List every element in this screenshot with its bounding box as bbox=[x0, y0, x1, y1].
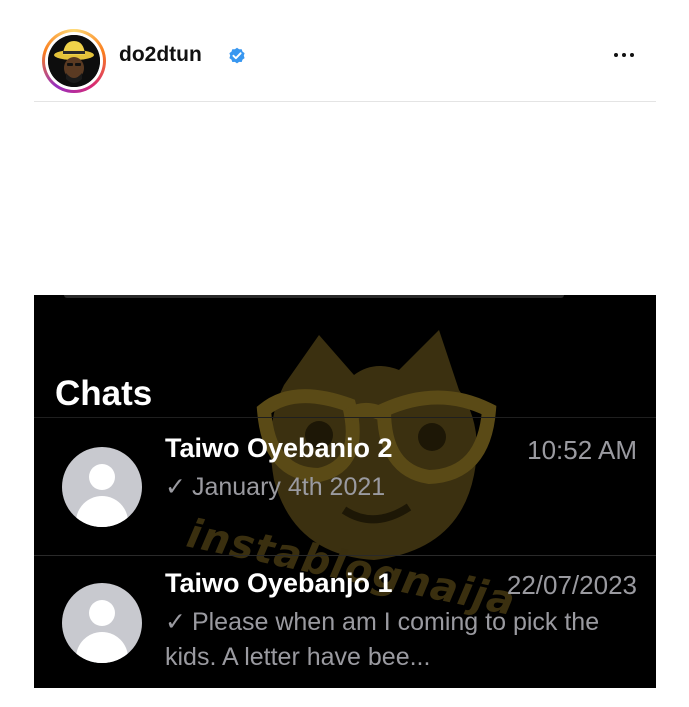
contact-avatar-placeholder-icon bbox=[62, 447, 142, 527]
chat-message-preview: ✓ Please when am I coming to pick the kid… bbox=[165, 605, 625, 675]
profile-avatar bbox=[48, 35, 100, 87]
avatar-hat-person-icon bbox=[48, 35, 100, 87]
chat-row[interactable]: Taiwo Oyebanjo 1 22/07/2023 ✓ Please when… bbox=[34, 555, 656, 688]
verified-badge-icon bbox=[229, 47, 245, 64]
story-ring-avatar[interactable] bbox=[42, 29, 106, 93]
contact-avatar-placeholder-icon bbox=[62, 583, 142, 663]
chat-preview-text: Please when am I coming to pick the kids… bbox=[165, 608, 600, 671]
chat-row[interactable]: Taiwo Oyebanio 2 10:52 AM ✓ January 4th 2… bbox=[34, 417, 656, 556]
avatar-border bbox=[45, 32, 103, 90]
checkmark-icon: ✓ bbox=[165, 608, 186, 636]
screen-edge bbox=[64, 295, 564, 298]
chat-contact-name: Taiwo Oyebanjo 1 bbox=[165, 568, 393, 598]
more-options-icon[interactable] bbox=[609, 40, 639, 70]
chat-message-preview: ✓ January 4th 2021 bbox=[165, 470, 625, 505]
chat-preview-text: January 4th 2021 bbox=[191, 473, 386, 501]
chats-title: Chats bbox=[55, 374, 153, 413]
chat-contact-name: Taiwo Oyebanio 2 bbox=[165, 433, 393, 463]
chat-timestamp: 10:52 AM bbox=[527, 435, 637, 465]
chat-timestamp: 22/07/2023 bbox=[506, 570, 637, 600]
checkmark-icon: ✓ bbox=[165, 473, 186, 501]
chat-screenshot-image: instablognaija Chats Taiwo Oyebanio 2 10… bbox=[34, 295, 656, 688]
username[interactable]: do2dtun bbox=[119, 43, 202, 67]
post-header: do2dtun bbox=[34, 0, 656, 102]
